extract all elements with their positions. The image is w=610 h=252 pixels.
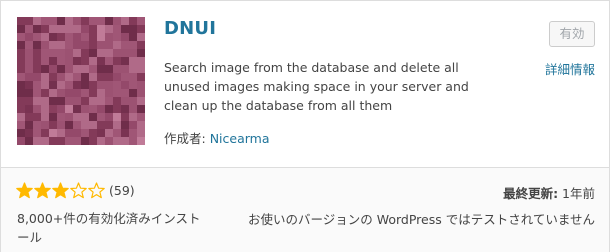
- last-updated-label: 最終更新:: [503, 186, 559, 201]
- active-button[interactable]: 有効: [549, 21, 595, 47]
- author-label: 作成者:: [164, 131, 206, 146]
- last-updated-value: 1年前: [562, 186, 595, 201]
- plugin-title[interactable]: DNUI: [164, 18, 216, 39]
- plugin-author: 作成者: Nicearma: [164, 128, 270, 147]
- rating-count[interactable]: (59): [109, 183, 135, 198]
- star-filled-icon: [16, 182, 33, 199]
- author-link[interactable]: Nicearma: [210, 131, 270, 146]
- star-filled-icon: [34, 182, 51, 199]
- star-rating: (59): [16, 182, 135, 199]
- plugin-thumbnail[interactable]: [17, 17, 145, 145]
- compatibility-notice: お使いのバージョンの WordPress ではテストされていません: [248, 212, 595, 227]
- star-empty-icon: [88, 182, 105, 199]
- plugin-card-top: DNUI Search image from the database and …: [1, 1, 609, 167]
- plugin-card: DNUI Search image from the database and …: [0, 0, 610, 252]
- star-filled-icon: [52, 182, 69, 199]
- stars-container: [16, 182, 106, 199]
- star-empty-icon: [70, 182, 87, 199]
- plugin-description: Search image from the database and delet…: [164, 60, 469, 113]
- thumbnail-pattern: [17, 17, 145, 145]
- active-installs: 8,000+件の有効化済みインストール: [17, 211, 201, 245]
- last-updated: 最終更新: 1年前: [503, 183, 595, 202]
- more-details-link[interactable]: 詳細情報: [545, 59, 595, 78]
